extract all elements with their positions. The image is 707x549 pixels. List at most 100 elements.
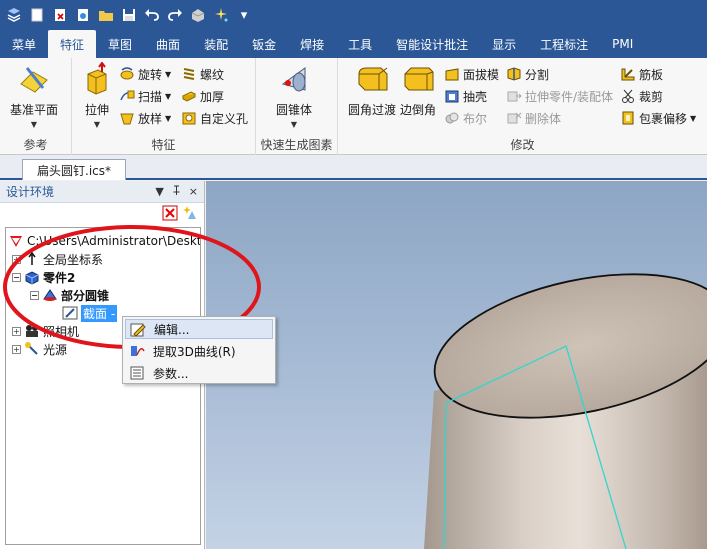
fillet-button[interactable]: 圆角过渡 <box>348 62 396 118</box>
extrude-label: 拉伸 <box>84 103 109 117</box>
tab-dimension[interactable]: 工程标注 <box>528 30 600 58</box>
quick-access-toolbar: ▾ <box>0 0 707 30</box>
menu-main[interactable]: 菜单 <box>0 30 48 58</box>
rib-label: 筋板 <box>639 67 664 82</box>
folder-icon[interactable] <box>96 5 116 25</box>
tree-node-camera[interactable]: + 照相机 <box>12 322 79 340</box>
tree-label-camera: 照相机 <box>43 324 80 339</box>
tab-tools[interactable]: 工具 <box>336 30 384 58</box>
menu-item-extract-curve[interactable]: 提取3D曲线(R) <box>125 341 273 361</box>
tree-node-section[interactable]: 截面 - <box>62 304 118 322</box>
group-modify: 圆角过渡 边倒角 面拔模 抽壳 布尔 分割 拉伸零件/装配体 删除体 筋板 裁剪… <box>338 58 707 155</box>
cone-model[interactable] <box>206 181 707 549</box>
cone-button[interactable]: 圆锥体 ▼ <box>276 62 312 129</box>
tab-assembly[interactable]: 装配 <box>192 30 240 58</box>
qat-more-button[interactable]: ▾ <box>234 5 254 25</box>
menu-bar: 菜单 特征 草图 曲面 装配 钣金 焊接 工具 智能设计批注 显示 工程标注 P… <box>0 30 707 58</box>
panel-close-button[interactable]: × <box>189 185 198 199</box>
boolean-icon <box>444 110 460 126</box>
expand-icon[interactable]: + <box>12 254 21 264</box>
tree-node-part[interactable]: − 零件2 <box>12 268 75 286</box>
tree-root[interactable]: C:\Users\Administrator\Deskt <box>8 232 200 250</box>
trim-button[interactable]: 裁剪 <box>620 86 663 106</box>
split-button[interactable]: 分割 <box>506 64 549 84</box>
shell-icon <box>444 88 460 104</box>
stretch-part-button[interactable]: 拉伸零件/装配体 <box>506 86 613 106</box>
expand-icon[interactable]: + <box>12 344 21 354</box>
open-icon[interactable] <box>73 5 93 25</box>
menu-item-params-label: 参数... <box>153 366 189 381</box>
collapse-icon[interactable]: − <box>12 272 21 282</box>
chamfer-icon <box>401 62 435 96</box>
datum-plane-label: 基准平面 <box>10 103 59 117</box>
sparkle-icon[interactable] <box>182 205 198 224</box>
delete-icon[interactable] <box>162 205 178 224</box>
trim-icon <box>620 88 636 104</box>
thread-label: 螺纹 <box>200 67 225 82</box>
light-icon <box>24 341 40 357</box>
rib-button[interactable]: 筋板 <box>620 64 663 84</box>
menu-item-params[interactable]: 参数... <box>125 363 273 383</box>
thicken-button[interactable]: 加厚 <box>181 86 224 106</box>
tab-smart-annotation[interactable]: 智能设计批注 <box>384 30 480 58</box>
custom-hole-button[interactable]: 自定义孔 <box>181 108 248 128</box>
cone-feature-icon <box>42 287 58 303</box>
extract-curve-icon <box>129 343 145 359</box>
menu-item-edit-label: 编辑... <box>154 322 190 337</box>
expand-icon[interactable]: + <box>12 326 21 336</box>
thread-button[interactable]: 螺纹 <box>181 64 224 84</box>
render-icon[interactable] <box>188 5 208 25</box>
boolean-button[interactable]: 布尔 <box>444 108 487 128</box>
tab-display[interactable]: 显示 <box>480 30 528 58</box>
group-quick-gen: 圆锥体 ▼ 快速生成图素 <box>256 58 338 155</box>
loft-icon <box>119 110 135 126</box>
tab-sheetmetal[interactable]: 钣金 <box>240 30 288 58</box>
sweep-icon <box>119 88 135 104</box>
panel-header: 设计环境 ▼ × <box>0 181 204 203</box>
rib-icon <box>620 66 636 82</box>
sparkle-icon[interactable] <box>211 5 231 25</box>
wrap-offset-button[interactable]: 包裹偏移 ▼ <box>620 108 696 128</box>
shell-button[interactable]: 抽壳 <box>444 86 487 106</box>
3d-viewport[interactable] <box>206 181 707 549</box>
sweep-button[interactable]: 扫描 ▼ <box>119 86 171 106</box>
tab-pmi[interactable]: PMI <box>600 30 645 58</box>
tree-node-cone[interactable]: − 部分圆锥 <box>30 286 109 304</box>
draft-label: 面拔模 <box>463 67 500 82</box>
tree-node-light[interactable]: + 光源 <box>12 340 67 358</box>
extrude-button[interactable]: 拉伸 ▼ <box>80 62 114 129</box>
tab-feature[interactable]: 特征 <box>48 30 97 58</box>
fillet-icon <box>355 62 389 96</box>
chevron-down-icon: ▼ <box>165 69 172 79</box>
undo-icon[interactable] <box>142 5 162 25</box>
boolean-label: 布尔 <box>463 111 488 126</box>
group-label-modify: 修改 <box>510 138 535 152</box>
pin-icon[interactable] <box>172 185 181 199</box>
revolve-button[interactable]: 旋转 ▼ <box>119 64 171 84</box>
tree-node-global-cs[interactable]: + 全局坐标系 <box>12 250 103 268</box>
tab-surface[interactable]: 曲面 <box>144 30 192 58</box>
chamfer-button[interactable]: 边倒角 <box>400 62 436 118</box>
close-doc-icon[interactable] <box>50 5 70 25</box>
panel-dropdown-icon[interactable]: ▼ <box>155 185 163 199</box>
tab-weld[interactable]: 焊接 <box>288 30 336 58</box>
logo-icon[interactable] <box>4 5 24 25</box>
save-icon[interactable] <box>119 5 139 25</box>
loft-button[interactable]: 放样 ▼ <box>119 108 171 128</box>
delete-body-button[interactable]: 删除体 <box>506 108 561 128</box>
chamfer-label: 边倒角 <box>400 103 437 117</box>
loft-label: 放样 <box>138 111 163 126</box>
document-tab[interactable]: 扁头圆钉.ics* <box>22 159 126 180</box>
redo-icon[interactable] <box>165 5 185 25</box>
thicken-label: 加厚 <box>200 89 225 104</box>
draft-button[interactable]: 面拔模 <box>444 64 499 84</box>
new-icon[interactable] <box>27 5 47 25</box>
menu-item-extract-curve-label: 提取3D曲线(R) <box>153 344 236 359</box>
stretch-part-icon <box>506 88 522 104</box>
tab-sketch[interactable]: 草图 <box>96 30 144 58</box>
chevron-down-icon: ▼ <box>690 113 697 123</box>
menu-item-edit[interactable]: 编辑... <box>125 319 273 339</box>
collapse-icon[interactable]: − <box>30 290 39 300</box>
datum-plane-button[interactable]: 基准平面 ▼ <box>10 62 58 129</box>
part-icon <box>24 269 40 285</box>
